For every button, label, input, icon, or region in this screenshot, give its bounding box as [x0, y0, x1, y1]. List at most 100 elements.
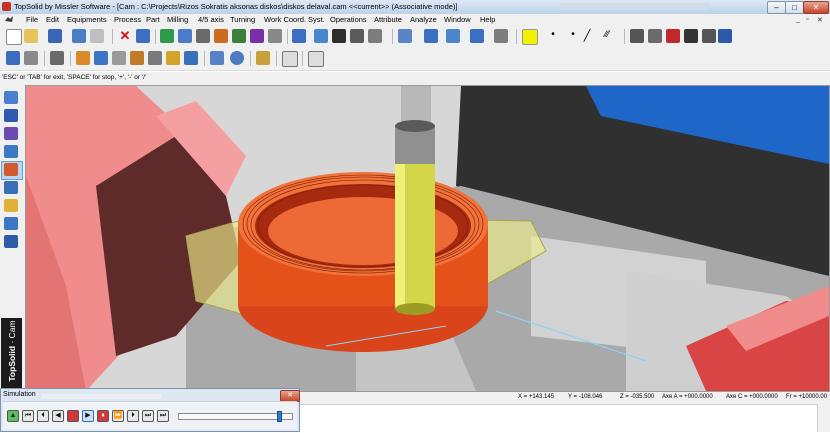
- tool-e-icon[interactable]: [232, 29, 246, 43]
- cam-a-icon[interactable]: [6, 51, 20, 65]
- menu-operations[interactable]: Operations: [330, 15, 367, 24]
- cam-b-icon[interactable]: [24, 51, 38, 65]
- undo-icon[interactable]: [136, 29, 150, 43]
- pan-icon[interactable]: [494, 29, 508, 43]
- print-icon[interactable]: [72, 29, 86, 43]
- tool-c-icon[interactable]: [196, 29, 210, 43]
- menu-bar: File Edit Equipments Process Part Millin…: [0, 14, 830, 26]
- tool-f-icon[interactable]: [250, 29, 264, 43]
- fixture-icon[interactable]: [4, 199, 18, 212]
- render-c-icon[interactable]: [666, 29, 680, 43]
- render-b-icon[interactable]: [648, 29, 662, 43]
- menu-edit[interactable]: Edit: [46, 15, 59, 24]
- sim-next-icon[interactable]: ⏭: [142, 410, 154, 422]
- tool-icon[interactable]: [4, 181, 18, 194]
- mdi-restore-button[interactable]: ▫: [806, 16, 808, 23]
- sim-last-icon[interactable]: ⏭: [157, 410, 169, 422]
- maximize-button[interactable]: □: [785, 1, 804, 14]
- render-f-icon[interactable]: [718, 29, 732, 43]
- graphics-viewport[interactable]: [25, 85, 830, 392]
- menu-turning[interactable]: Turning: [230, 15, 255, 24]
- render-d-icon[interactable]: [684, 29, 698, 43]
- cam-h-icon[interactable]: [148, 51, 162, 65]
- new-file-icon[interactable]: [6, 29, 22, 45]
- pencil-icon[interactable]: [4, 91, 18, 104]
- cam-n-icon[interactable]: [282, 51, 298, 67]
- cam-k-icon[interactable]: [210, 51, 224, 65]
- line-style-icon[interactable]: ╱: [580, 29, 594, 43]
- app-menu-icon[interactable]: [4, 15, 14, 24]
- cam-m-icon[interactable]: [256, 51, 270, 65]
- zoom-icon[interactable]: [398, 29, 412, 43]
- tool-i-icon[interactable]: [314, 29, 328, 43]
- separator: [204, 51, 205, 66]
- menu-equipments[interactable]: Equipments: [67, 15, 107, 24]
- menu-window[interactable]: Window: [444, 15, 471, 24]
- sim-step-back-icon[interactable]: ⏴: [37, 410, 49, 422]
- sim-forward-icon[interactable]: ⏩: [112, 410, 124, 422]
- open-folder-icon[interactable]: [24, 29, 38, 43]
- mdi-close-button[interactable]: ✕: [817, 16, 823, 24]
- tool-d-icon[interactable]: [214, 29, 228, 43]
- menu-work-coord-syst[interactable]: Work Coord. Syst.: [264, 15, 325, 24]
- tool-g-icon[interactable]: [268, 29, 282, 43]
- machining-icon[interactable]: [4, 163, 18, 176]
- output-scrollbar[interactable]: [817, 404, 830, 432]
- menu-file[interactable]: File: [26, 15, 38, 24]
- cam-l-icon[interactable]: [230, 51, 244, 65]
- menu-help[interactable]: Help: [480, 15, 495, 24]
- sim-first-icon[interactable]: ⏮: [22, 410, 34, 422]
- tool-k-icon[interactable]: [350, 29, 364, 43]
- tool-holder: [401, 86, 431, 126]
- zoom-area-icon[interactable]: [424, 29, 438, 43]
- hatch-icon[interactable]: ⁄⁄⁄: [600, 29, 614, 43]
- cam-e-icon[interactable]: [94, 51, 108, 65]
- close-button[interactable]: ✕: [803, 1, 829, 14]
- menu-attribute[interactable]: Attribute: [374, 15, 402, 24]
- mdi-minimize-button[interactable]: _: [796, 16, 800, 23]
- render-e-icon[interactable]: [702, 29, 716, 43]
- sim-rewind-icon[interactable]: ◀: [52, 410, 64, 422]
- slider-thumb[interactable]: [277, 411, 282, 422]
- sim-start-icon[interactable]: ▲: [7, 410, 19, 422]
- cam-c-icon[interactable]: [50, 51, 64, 65]
- separator: [44, 51, 45, 66]
- sim-step-forward-icon[interactable]: ⏵: [127, 410, 139, 422]
- sim-play-icon[interactable]: ▶: [82, 410, 94, 422]
- cam-g-icon[interactable]: [130, 51, 144, 65]
- cam-o-icon[interactable]: [308, 51, 324, 67]
- tool-h-icon[interactable]: [292, 29, 306, 43]
- menu-milling[interactable]: Milling: [167, 15, 188, 24]
- cam-d-icon[interactable]: [76, 51, 90, 65]
- solid-icon[interactable]: [4, 145, 18, 158]
- render-a-icon[interactable]: [630, 29, 644, 43]
- preview-icon[interactable]: [90, 29, 104, 43]
- stock-icon[interactable]: [4, 217, 18, 230]
- sim-stop-icon[interactable]: [67, 410, 79, 422]
- surface-icon[interactable]: [4, 127, 18, 140]
- view-icon[interactable]: [446, 29, 460, 43]
- shape-icon[interactable]: [4, 109, 18, 122]
- menu-process[interactable]: Process: [114, 15, 141, 24]
- tool-b-icon[interactable]: [178, 29, 192, 43]
- tool-l-icon[interactable]: [368, 29, 382, 43]
- save-icon[interactable]: [48, 29, 62, 43]
- tool-j-icon[interactable]: [332, 29, 346, 43]
- point-style-icon[interactable]: •: [546, 29, 560, 43]
- menu-analyze[interactable]: Analyze: [410, 15, 437, 24]
- cam-j-icon[interactable]: [184, 51, 198, 65]
- delete-icon[interactable]: ✕: [118, 29, 132, 43]
- menu-part[interactable]: Part: [146, 15, 160, 24]
- color-picker-icon[interactable]: [522, 29, 538, 45]
- minimize-button[interactable]: –: [767, 1, 786, 14]
- tool-a-icon[interactable]: [160, 29, 174, 43]
- cam-f-icon[interactable]: [112, 51, 126, 65]
- menu-4-5-axis[interactable]: 4/5 axis: [198, 15, 224, 24]
- line-dot-icon[interactable]: •: [566, 29, 580, 43]
- rotate-icon[interactable]: [470, 29, 484, 43]
- cam-i-icon[interactable]: [166, 51, 180, 65]
- coord-x: X = +143.145: [518, 394, 555, 400]
- simulation-side-icon[interactable]: [4, 235, 18, 248]
- simulation-speed-slider[interactable]: [178, 411, 293, 422]
- sim-pause-icon[interactable]: ⏸: [97, 410, 109, 422]
